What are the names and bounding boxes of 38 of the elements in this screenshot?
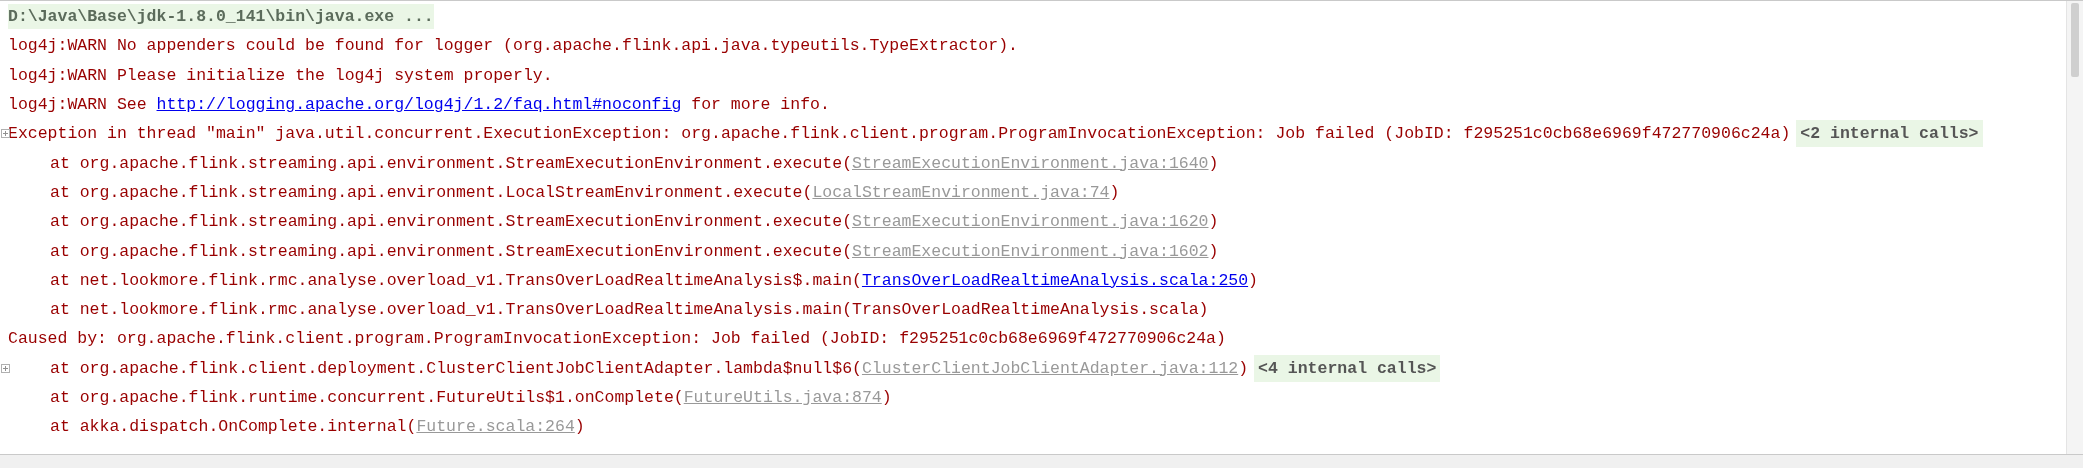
log-text: ) <box>881 388 892 407</box>
internal-calls-fold[interactable]: <4 internal calls> <box>1254 354 1441 382</box>
log-text: log4j:WARN Please initialize the log4j system properly. <box>8 65 553 85</box>
log-text: at org.apache.flink.runtime.concurrent.FutureUtils$1.onComplete( <box>50 388 684 407</box>
log-text: at org.apache.flink.streaming.api.environment.StreamExecutionEnvironment.execute( <box>50 212 853 232</box>
expand-icon[interactable] <box>1 363 10 373</box>
log-text: at org.apache.flink.streaming.api.environment.LocalStreamEnvironment.execute( <box>50 182 813 202</box>
source-link[interactable]: Future.scala:264 <box>416 417 575 437</box>
source-link[interactable]: LocalStreamEnvironment.java:74 <box>812 182 1110 202</box>
log-text: at org.apache.flink.client.deployment.ClusterClientJobClientAdapter.lambda$null$6( <box>50 358 862 378</box>
log-text: at org.apache.flink.streaming.api.environment.StreamExecutionEnvironment.execute( <box>50 241 853 261</box>
log-text: log4j:WARN No appenders could be found for logger (org.apache.flink.api.java.typeutils.TypeExtractor). <box>8 36 1018 56</box>
internal-calls-fold[interactable]: <2 internal calls> <box>1796 120 1983 148</box>
hyperlink[interactable]: TransOverLoadRealtimeAnalysis.scala:250 <box>861 270 1249 290</box>
log-text: at org.apache.flink.streaming.api.environment.StreamExecutionEnvironment.execute( <box>50 153 853 173</box>
log-text: ) <box>1208 153 1219 173</box>
source-link[interactable]: StreamExecutionEnvironment.java:1602 <box>852 241 1209 261</box>
log-text: ) <box>1238 358 1249 378</box>
source-link[interactable]: StreamExecutionEnvironment.java:1640 <box>852 153 1209 173</box>
log-text: ) <box>1208 241 1219 261</box>
log-text: Exception in thread "main" java.util.concurrent.ExecutionException: org.apache.flink.client.program.ProgramInvocationException: Job failed (JobID: f295251c0cb68e6969f472770906c24a) <box>8 124 1791 144</box>
scrollbar-thumb[interactable] <box>2071 3 2079 77</box>
log-text: at net.lookmore.flink.rmc.analyse.overload_v1.TransOverLoadRealtimeAnalysis$.main( <box>50 270 862 290</box>
source-link[interactable]: StreamExecutionEnvironment.java:1620 <box>852 212 1209 232</box>
log-text: ) <box>574 417 585 437</box>
log-text: at akka.dispatch.OnComplete.internal( <box>50 417 417 437</box>
hyperlink[interactable]: http://logging.apache.org/log4j/1.2/faq.html#noconfig <box>156 95 682 115</box>
log-text: Caused by: org.apache.flink.client.program.ProgramInvocationException: Job failed (JobID: f295251c0cb68e6969f472770906c24a) <box>8 329 1226 349</box>
log-text: ) <box>1109 182 1120 202</box>
source-link[interactable]: FutureUtils.java:874 <box>683 388 882 407</box>
log-text: ) <box>1208 212 1219 232</box>
log-text: at net.lookmore.flink.rmc.analyse.overload_v1.TransOverLoadRealtimeAnalysis.main(TransOverLoadRealtimeAnalysis.scala) <box>50 300 1209 320</box>
log-text: for more info. <box>690 95 830 115</box>
expand-icon[interactable] <box>1 129 10 139</box>
scrollbar[interactable] <box>2066 1 2083 454</box>
source-link[interactable]: ClusterClientJobClientAdapter.java:112 <box>861 358 1239 378</box>
log-text: ) <box>1248 270 1258 290</box>
log-text: log4j:WARN See <box>8 95 148 115</box>
